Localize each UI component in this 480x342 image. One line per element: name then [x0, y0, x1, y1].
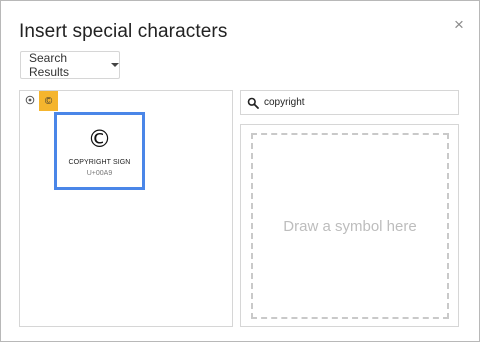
character-results-panel: © © COPYRIGHT SIGN U+00A9 — [19, 90, 233, 327]
character-glyph: © — [87, 125, 112, 153]
recent-character-tile[interactable]: © — [39, 91, 58, 111]
category-dropdown[interactable]: Search Results — [20, 51, 120, 79]
character-name: COPYRIGHT SIGN — [68, 159, 131, 166]
character-code: U+00A9 — [86, 170, 113, 177]
dialog-title: Insert special characters — [19, 21, 228, 42]
search-icon — [247, 97, 259, 109]
close-icon[interactable]: × — [451, 16, 467, 33]
character-result-tile[interactable]: © COPYRIGHT SIGN U+00A9 — [54, 112, 145, 190]
search-box[interactable] — [240, 90, 459, 115]
search-input[interactable] — [264, 97, 444, 108]
insert-special-characters-dialog: Insert special characters × Search Resul… — [0, 0, 480, 342]
chevron-down-icon — [111, 63, 119, 67]
reset-icon-graphic — [25, 95, 34, 105]
draw-panel: Draw a symbol here — [240, 124, 459, 327]
draw-symbol-canvas[interactable]: Draw a symbol here — [251, 133, 449, 319]
draw-placeholder: Draw a symbol here — [283, 217, 417, 235]
category-dropdown-label: Search Results — [29, 51, 70, 79]
reset-icon[interactable] — [22, 92, 37, 108]
